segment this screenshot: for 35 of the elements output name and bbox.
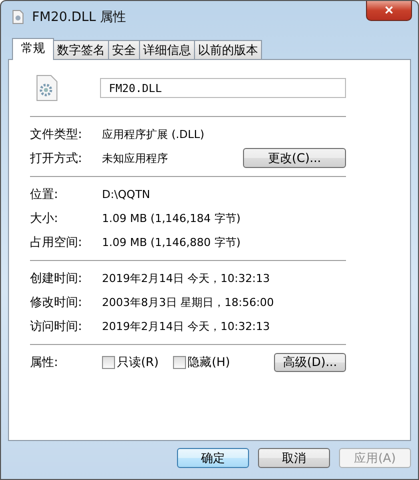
field-label: 访问时间: (30, 318, 84, 334)
field-label: 打开方式: (30, 150, 84, 166)
file-name-field[interactable]: FM20.DLL (100, 78, 346, 98)
field-label: 大小: (30, 210, 60, 226)
field-value: 未知应用程序 (102, 150, 169, 166)
field-label: 位置: (30, 186, 60, 202)
field-value: 2019年2月14日 今天，10:32:13 (102, 270, 271, 286)
field-value: D:\QQTN (102, 188, 152, 200)
change-button[interactable]: 更改(C)... (243, 148, 346, 168)
field-value: 2003年8月3日 星期日，18:56:00 (102, 294, 275, 310)
dialog-button[interactable]: 确定 (177, 448, 249, 468)
close-button[interactable]: × (366, 1, 412, 21)
field-label: 占用空间: (30, 234, 84, 250)
field-value: 1.09 MB (1,146,880 字节) (102, 234, 242, 250)
field-value: 2019年2月14日 今天，10:32:13 (102, 318, 271, 334)
field-value: 1.09 MB (1,146,184 字节) (102, 210, 242, 226)
checkbox[interactable] (172, 356, 186, 368)
dialog-button[interactable]: 取消 (258, 448, 330, 468)
tab[interactable]: 数字签名 (53, 40, 109, 59)
tab[interactable]: 以前的版本 (194, 40, 262, 59)
tab[interactable]: 详细信息 (139, 40, 195, 59)
checkbox[interactable] (102, 356, 115, 368)
field-label: 属性: (30, 354, 60, 370)
checkbox-label: 只读(R) (117, 354, 159, 370)
tab[interactable]: 安全 (108, 40, 140, 59)
field-value: 应用程序扩展 (.DLL) (102, 126, 206, 142)
field-label: 创建时间: (30, 270, 84, 286)
tab[interactable]: 常规 (12, 38, 54, 60)
gear-file-icon (36, 75, 58, 101)
field-label: 修改时间: (30, 294, 84, 310)
file-icon (12, 10, 24, 24)
checkbox-label: 隐藏(H) (188, 354, 230, 370)
field-label: 文件类型: (30, 126, 84, 142)
advanced-button[interactable]: 高级(D)... (274, 352, 346, 372)
window-title: FM20.DLL 属性 (32, 9, 126, 26)
